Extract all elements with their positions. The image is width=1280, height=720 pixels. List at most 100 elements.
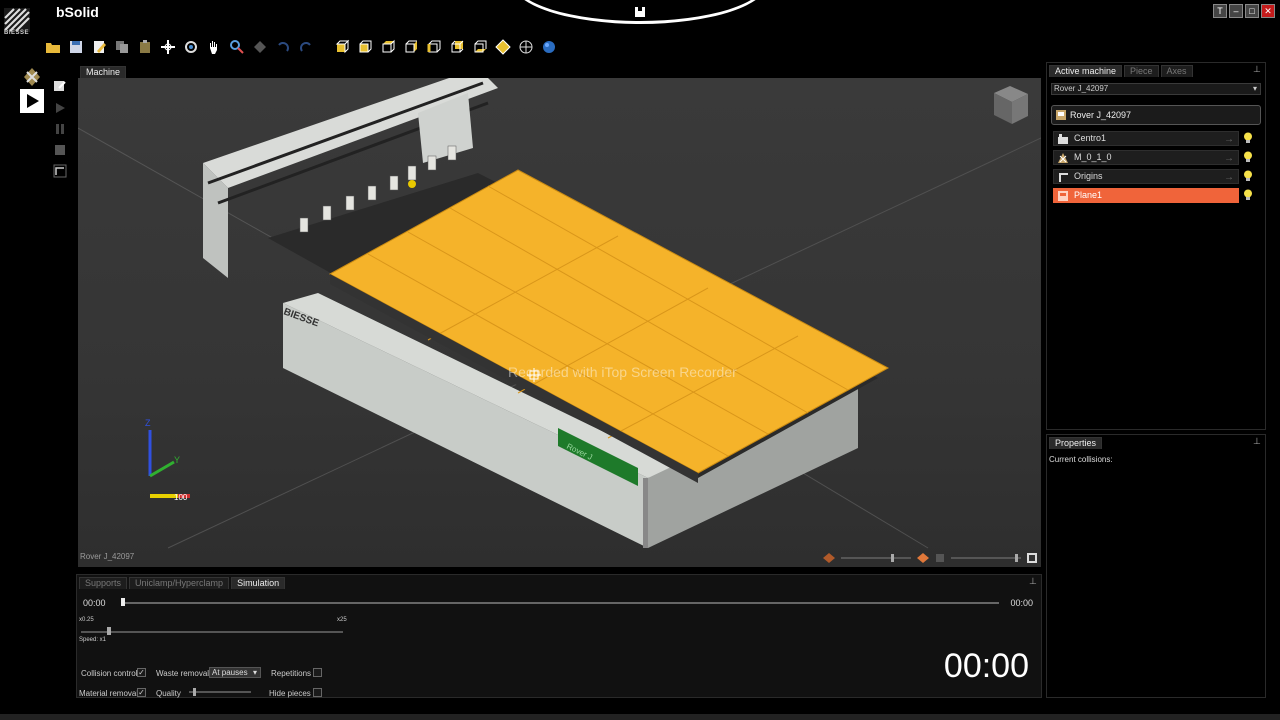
cube-back-icon[interactable] [448,39,466,55]
cube-bottom-icon[interactable] [471,39,489,55]
view-cube-icon[interactable] [994,86,1028,124]
machine-select[interactable]: Rover J_42097 ▾ [1051,83,1261,95]
repetitions-label: Repetitions [271,669,312,678]
visibility-bulb-icon[interactable] [1243,189,1253,201]
expand-arrow-icon: → [1224,172,1234,183]
progress-knob[interactable] [121,598,125,606]
rotate-icon[interactable] [182,39,200,55]
cube-diamond-icon[interactable] [494,39,512,55]
3d-viewport[interactable]: Rover J BIESSE Z Y 100 Recorded with iTo… [78,78,1041,567]
tree-item-plane1[interactable]: Plane1 [1053,188,1239,203]
box-large-icon[interactable] [1027,553,1037,563]
save-icon[interactable] [67,39,85,55]
play-icon[interactable] [52,99,68,117]
tab-active-machine[interactable]: Active machine [1049,65,1123,77]
repetitions-checkbox[interactable] [313,668,322,677]
time-end: 00:00 [1010,598,1033,608]
viewport-machine-name: Rover J_42097 [80,552,135,561]
collision-control-checkbox[interactable]: ✓ [137,668,146,677]
edit-icon[interactable] [90,39,108,55]
plane-icon [1058,191,1068,201]
zoom-window-icon[interactable] [251,39,269,55]
expand-arrow-icon: → [1224,134,1234,145]
speed-label: Speed: x1 [79,637,107,643]
machine-group-icon [1058,153,1068,163]
machine-panel: Machine Rover J BIESSE Z Y 100 Recorded … [78,64,1042,570]
globe-icon[interactable] [540,39,558,55]
material-removal-label: Material removal [79,689,139,698]
simulation-time-display: 00:00 [943,647,1029,685]
close-button[interactable]: ✕ [1261,4,1275,18]
left-toolbar [18,66,48,114]
properties-panel: Properties ⊥ Current collisions: [1046,434,1266,698]
tab-uniclamp[interactable]: Uniclamp/Hyperclamp [129,577,230,589]
cube-right-icon[interactable] [402,39,420,55]
export-icon[interactable] [52,78,68,96]
taskbar-strip [0,714,1280,720]
simulation-play-icon[interactable] [18,89,46,113]
tab-properties[interactable]: Properties [1049,437,1103,449]
window-controls: T – □ ✕ [1213,4,1275,18]
machine-config-icon[interactable] [18,66,46,88]
transparency-icon[interactable] [823,553,835,563]
cube-left-icon[interactable] [425,39,443,55]
tree-item-centro1[interactable]: Centro1 → [1053,131,1239,146]
stop-icon[interactable] [52,141,68,159]
zoom-icon[interactable] [228,39,246,55]
grid-sphere-icon[interactable] [517,39,535,55]
undo-view-icon[interactable] [274,39,292,55]
axis-z-label: Z [145,418,151,428]
paste-icon[interactable] [136,39,154,55]
always-on-top-button[interactable]: T [1213,4,1227,18]
tab-piece[interactable]: Piece [1124,65,1159,77]
tab-supports[interactable]: Supports [79,577,128,589]
copy-icon[interactable] [113,39,131,55]
cube-front-icon[interactable] [356,39,374,55]
pin-icon[interactable]: ⊥ [1029,576,1037,586]
simulation-progress-slider[interactable] [121,598,999,606]
tab-axes[interactable]: Axes [1160,65,1193,77]
pin-icon[interactable]: ⊥ [1253,64,1261,74]
hide-pieces-checkbox[interactable] [313,688,322,697]
quality-slider[interactable] [189,688,251,696]
current-collisions-label: Current collisions: [1049,455,1113,464]
step-icon[interactable] [52,162,68,180]
pin-icon[interactable]: ⊥ [1253,436,1261,446]
speed-slider[interactable] [81,631,343,633]
tree-item-origins[interactable]: Origins → [1053,169,1239,184]
maximize-button[interactable]: □ [1245,4,1259,18]
cube-top-icon[interactable] [379,39,397,55]
visibility-bulb-icon[interactable] [1243,170,1253,182]
speed-knob[interactable] [107,627,111,635]
playback-toolbar [52,78,70,183]
origin-icon [1059,173,1068,182]
size-slider[interactable] [951,554,1021,562]
waste-removal-select[interactable]: At pauses ▾ [209,667,261,678]
pan-hand-icon[interactable] [205,39,223,55]
waste-removal-label: Waste removal [156,669,210,678]
pause-icon[interactable] [52,120,68,138]
tree-item-m010[interactable]: M_0_1_0 → [1053,150,1239,165]
speed-control: x0.25 x25 Speed: x1 [77,617,347,647]
speed-min-label: x0.25 [79,617,94,623]
main-toolbar [44,38,558,56]
minimize-button[interactable]: – [1229,4,1243,18]
hide-pieces-label: Hide pieces [269,689,311,698]
material-removal-checkbox[interactable]: ✓ [137,688,146,697]
box-icon[interactable] [935,553,945,563]
tab-machine[interactable]: Machine [80,66,127,78]
visibility-bulb-icon[interactable] [1243,151,1253,163]
tab-simulation[interactable]: Simulation [231,577,286,589]
collision-control-label: Collision control [81,669,138,678]
centro-icon [1058,134,1068,144]
opacity-icon[interactable] [917,553,929,563]
title-bar: BIESSE bSolid T – □ ✕ [0,0,1280,36]
machine-header[interactable]: Rover J_42097 [1051,105,1261,125]
open-folder-icon[interactable] [44,39,62,55]
transparency-slider[interactable] [841,554,911,562]
cube-iso-icon[interactable] [333,39,351,55]
visibility-bulb-icon[interactable] [1243,132,1253,144]
viewport-sliders [823,553,1037,563]
crosshair-icon[interactable] [159,39,177,55]
redo-view-icon[interactable] [297,39,315,55]
